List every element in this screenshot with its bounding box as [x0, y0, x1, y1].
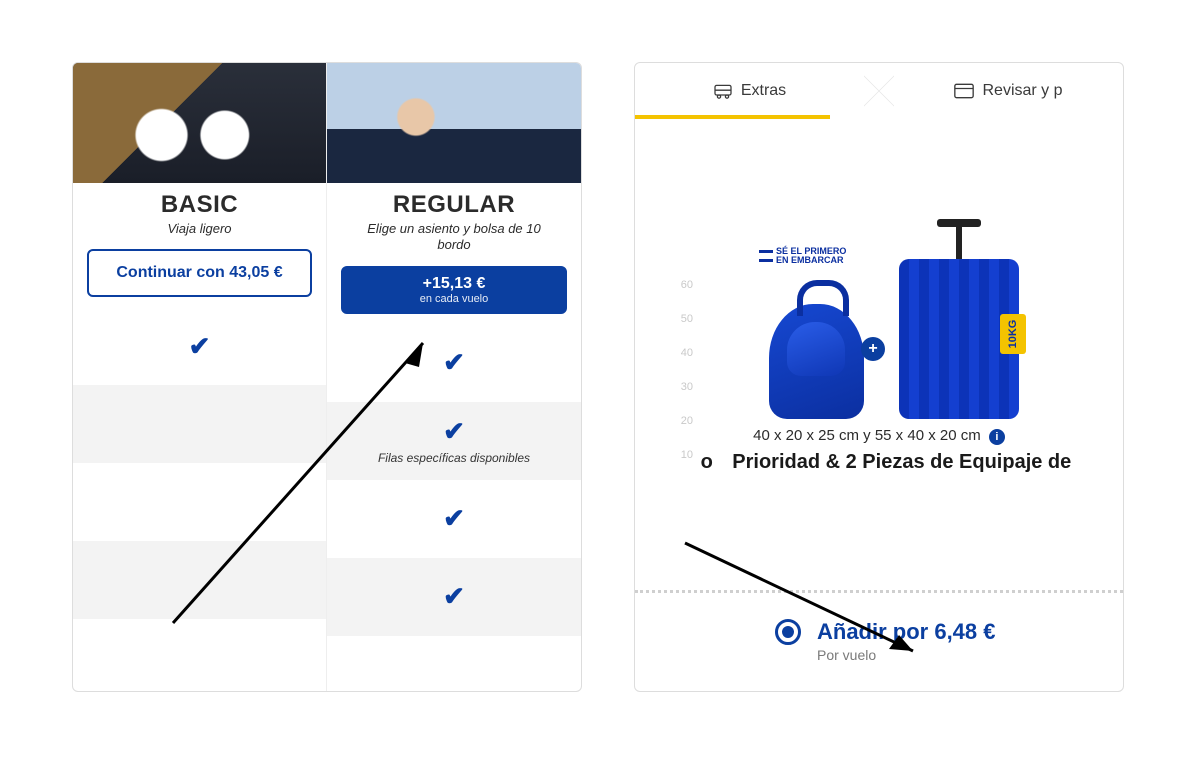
dimensions-text: 40 x 20 x 25 cm y 55 x 40 x 20 cm i: [645, 427, 1113, 445]
fare-column-regular: REGULAR Elige un asiento y bolsa de 10 b…: [327, 63, 581, 691]
priority-title: Prioridad & 2 Piezas de Equipaje de: [732, 451, 1071, 473]
fare-basic-subtitle: Viaja ligero: [85, 221, 314, 237]
continue-basic-button[interactable]: Continuar con 43,05 €: [87, 249, 312, 297]
regular-price-sub: en cada vuelo: [420, 293, 489, 305]
check-icon: ✔: [443, 503, 465, 534]
breadcrumb-separator-icon: [864, 63, 894, 119]
fare-regular-subtitle: Elige un asiento y bolsa de 10 bordo: [339, 221, 569, 254]
continue-basic-label: Continuar con 43,05 €: [116, 264, 282, 282]
weight-tag: 10KG: [1000, 314, 1026, 354]
axis-tick: 50: [663, 313, 693, 325]
breadcrumb-extras-label: Extras: [741, 82, 786, 100]
breadcrumb-review-label: Revisar y p: [982, 82, 1062, 100]
first-to-board-badge: SÉ EL PRIMERO EN EMBARCAR: [759, 247, 846, 265]
check-icon: ✔: [443, 581, 465, 612]
add-priority-sub: Por vuelo: [817, 647, 996, 663]
check-icon: ✔: [189, 331, 211, 362]
regular-price-label: +15,13 €: [423, 275, 486, 293]
check-icon: ✔: [443, 347, 465, 378]
suitcase-icon: 10KG: [899, 259, 1019, 419]
check-icon: ✔: [443, 416, 465, 447]
dimensions-value: 40 x 20 x 25 cm y 55 x 40 x 20 cm: [753, 427, 981, 444]
axis-tick: 40: [663, 347, 693, 359]
fare-regular-title: REGULAR: [339, 191, 569, 219]
fare-compare-panel: BASIC Viaja ligero Continuar con 43,05 €…: [72, 62, 582, 692]
backpack-icon: [769, 304, 864, 419]
fare-basic-title: BASIC: [85, 191, 314, 219]
first-board-line2: EN EMBARCAR: [776, 255, 844, 265]
breadcrumb-review[interactable]: Revisar y p: [894, 63, 1123, 119]
radio-inner: [782, 626, 794, 638]
axis-scale: 60 50 40 30 20 10: [663, 279, 693, 483]
axis-tick: 20: [663, 415, 693, 427]
extras-icon: [713, 83, 733, 99]
fare-basic-image: [73, 63, 326, 183]
radio-selected-icon[interactable]: [775, 619, 801, 645]
axis-tick: 60: [663, 279, 693, 291]
axis-tick: 30: [663, 381, 693, 393]
plus-icon: +: [861, 337, 885, 361]
regular-row-note: Filas específicas disponibles: [378, 451, 530, 465]
axis-tick: 10: [663, 449, 693, 461]
breadcrumb-extras[interactable]: Extras: [635, 63, 864, 119]
select-regular-button[interactable]: +15,13 € en cada vuelo: [341, 266, 567, 314]
review-icon: [954, 83, 974, 99]
add-priority-label: Añadir por 6,48 €: [817, 619, 996, 645]
fare-column-basic: BASIC Viaja ligero Continuar con 43,05 €…: [73, 63, 327, 691]
add-priority-row[interactable]: Añadir por 6,48 € Por vuelo: [635, 590, 1123, 663]
luggage-illustration: SÉ EL PRIMERO EN EMBARCAR + 10KG: [729, 229, 1029, 419]
info-icon[interactable]: i: [989, 429, 1005, 445]
extras-panel: Extras Revisar y p 60 50 40 30 20 10 SÉ …: [634, 62, 1124, 692]
checkout-breadcrumbs: Extras Revisar y p: [635, 63, 1123, 119]
fare-regular-image: [327, 63, 581, 183]
